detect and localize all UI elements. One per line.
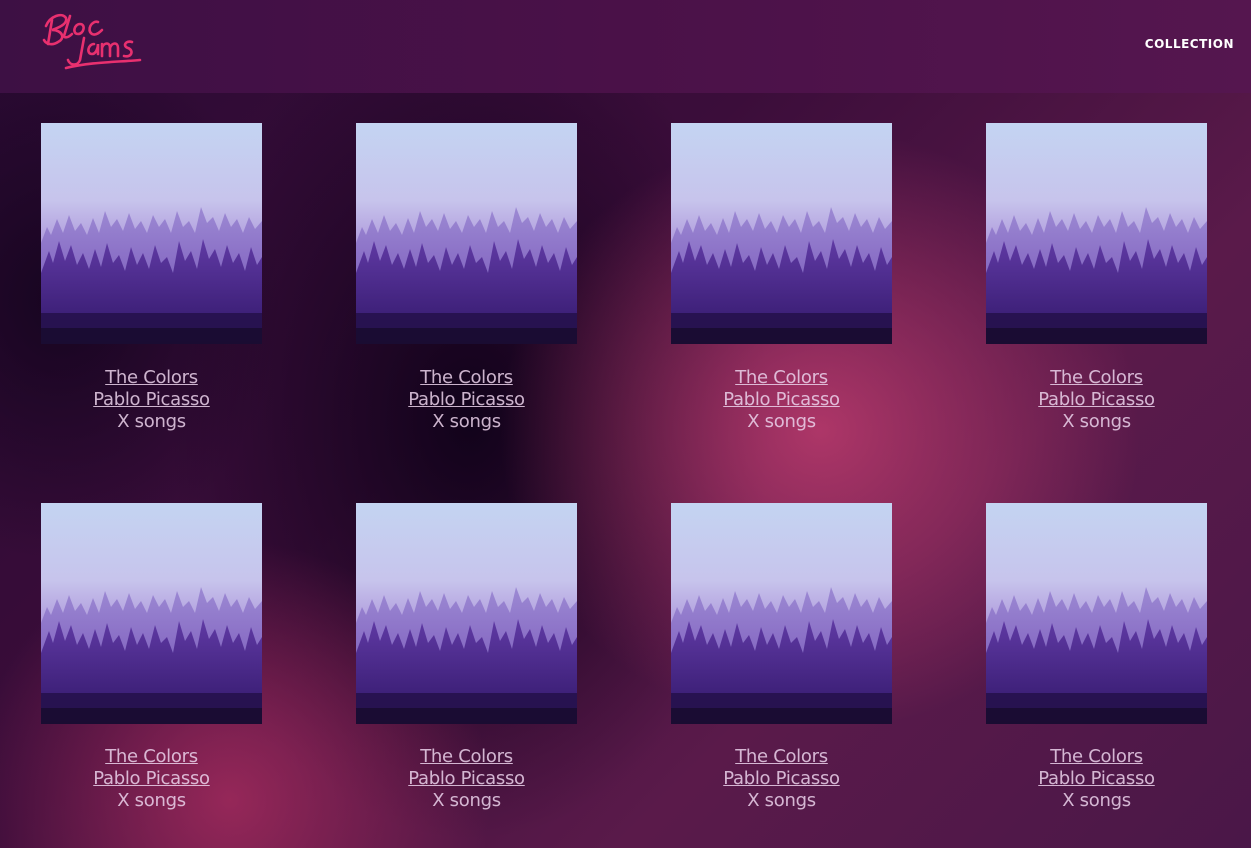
- album-card: The Colors Pablo Picasso X songs: [41, 123, 262, 432]
- navbar: COLLECTION: [0, 0, 1251, 93]
- collection-link[interactable]: COLLECTION: [1145, 37, 1234, 51]
- album-artist-link[interactable]: Pablo Picasso: [336, 768, 597, 790]
- album-card: The Colors Pablo Picasso X songs: [356, 503, 577, 811]
- album-song-count: X songs: [1062, 790, 1131, 811]
- album-title-link[interactable]: The Colors: [21, 746, 282, 768]
- album-info: The Colors Pablo Picasso X songs: [21, 367, 282, 433]
- album-info: The Colors Pablo Picasso X songs: [966, 367, 1227, 433]
- album-title-link[interactable]: The Colors: [966, 746, 1227, 768]
- album-song-count: X songs: [747, 411, 816, 432]
- album-info: The Colors Pablo Picasso X songs: [966, 746, 1227, 812]
- album-info: The Colors Pablo Picasso X songs: [336, 746, 597, 812]
- album-cover-image[interactable]: [356, 503, 577, 724]
- album-cover-image[interactable]: [671, 503, 892, 724]
- album-title-link[interactable]: The Colors: [336, 746, 597, 768]
- album-cover-image[interactable]: [41, 123, 262, 344]
- album-card: The Colors Pablo Picasso X songs: [986, 503, 1207, 811]
- album-artist-link[interactable]: Pablo Picasso: [651, 389, 912, 411]
- album-artist-link[interactable]: Pablo Picasso: [336, 389, 597, 411]
- album-card: The Colors Pablo Picasso X songs: [986, 123, 1207, 432]
- album-info: The Colors Pablo Picasso X songs: [651, 746, 912, 812]
- album-artist-link[interactable]: Pablo Picasso: [966, 389, 1227, 411]
- album-song-count: X songs: [432, 411, 501, 432]
- album-title-link[interactable]: The Colors: [21, 367, 282, 389]
- album-song-count: X songs: [117, 790, 186, 811]
- bloc-jams-logo[interactable]: [40, 8, 145, 74]
- album-artist-link[interactable]: Pablo Picasso: [966, 768, 1227, 790]
- album-song-count: X songs: [117, 411, 186, 432]
- album-artist-link[interactable]: Pablo Picasso: [21, 389, 282, 411]
- album-artist-link[interactable]: Pablo Picasso: [651, 768, 912, 790]
- album-card: The Colors Pablo Picasso X songs: [356, 123, 577, 432]
- album-song-count: X songs: [1062, 411, 1131, 432]
- album-info: The Colors Pablo Picasso X songs: [21, 746, 282, 812]
- album-song-count: X songs: [432, 790, 501, 811]
- album-card: The Colors Pablo Picasso X songs: [671, 503, 892, 811]
- album-cover-image[interactable]: [986, 123, 1207, 344]
- album-title-link[interactable]: The Colors: [651, 367, 912, 389]
- album-cover-image[interactable]: [671, 123, 892, 344]
- album-artist-link[interactable]: Pablo Picasso: [21, 768, 282, 790]
- album-info: The Colors Pablo Picasso X songs: [651, 367, 912, 433]
- album-card: The Colors Pablo Picasso X songs: [671, 123, 892, 432]
- album-info: The Colors Pablo Picasso X songs: [336, 367, 597, 433]
- album-song-count: X songs: [747, 790, 816, 811]
- album-cover-image[interactable]: [41, 503, 262, 724]
- album-title-link[interactable]: The Colors: [966, 367, 1227, 389]
- album-title-link[interactable]: The Colors: [651, 746, 912, 768]
- album-title-link[interactable]: The Colors: [336, 367, 597, 389]
- album-card: The Colors Pablo Picasso X songs: [41, 503, 262, 811]
- album-cover-image[interactable]: [356, 123, 577, 344]
- album-cover-image[interactable]: [986, 503, 1207, 724]
